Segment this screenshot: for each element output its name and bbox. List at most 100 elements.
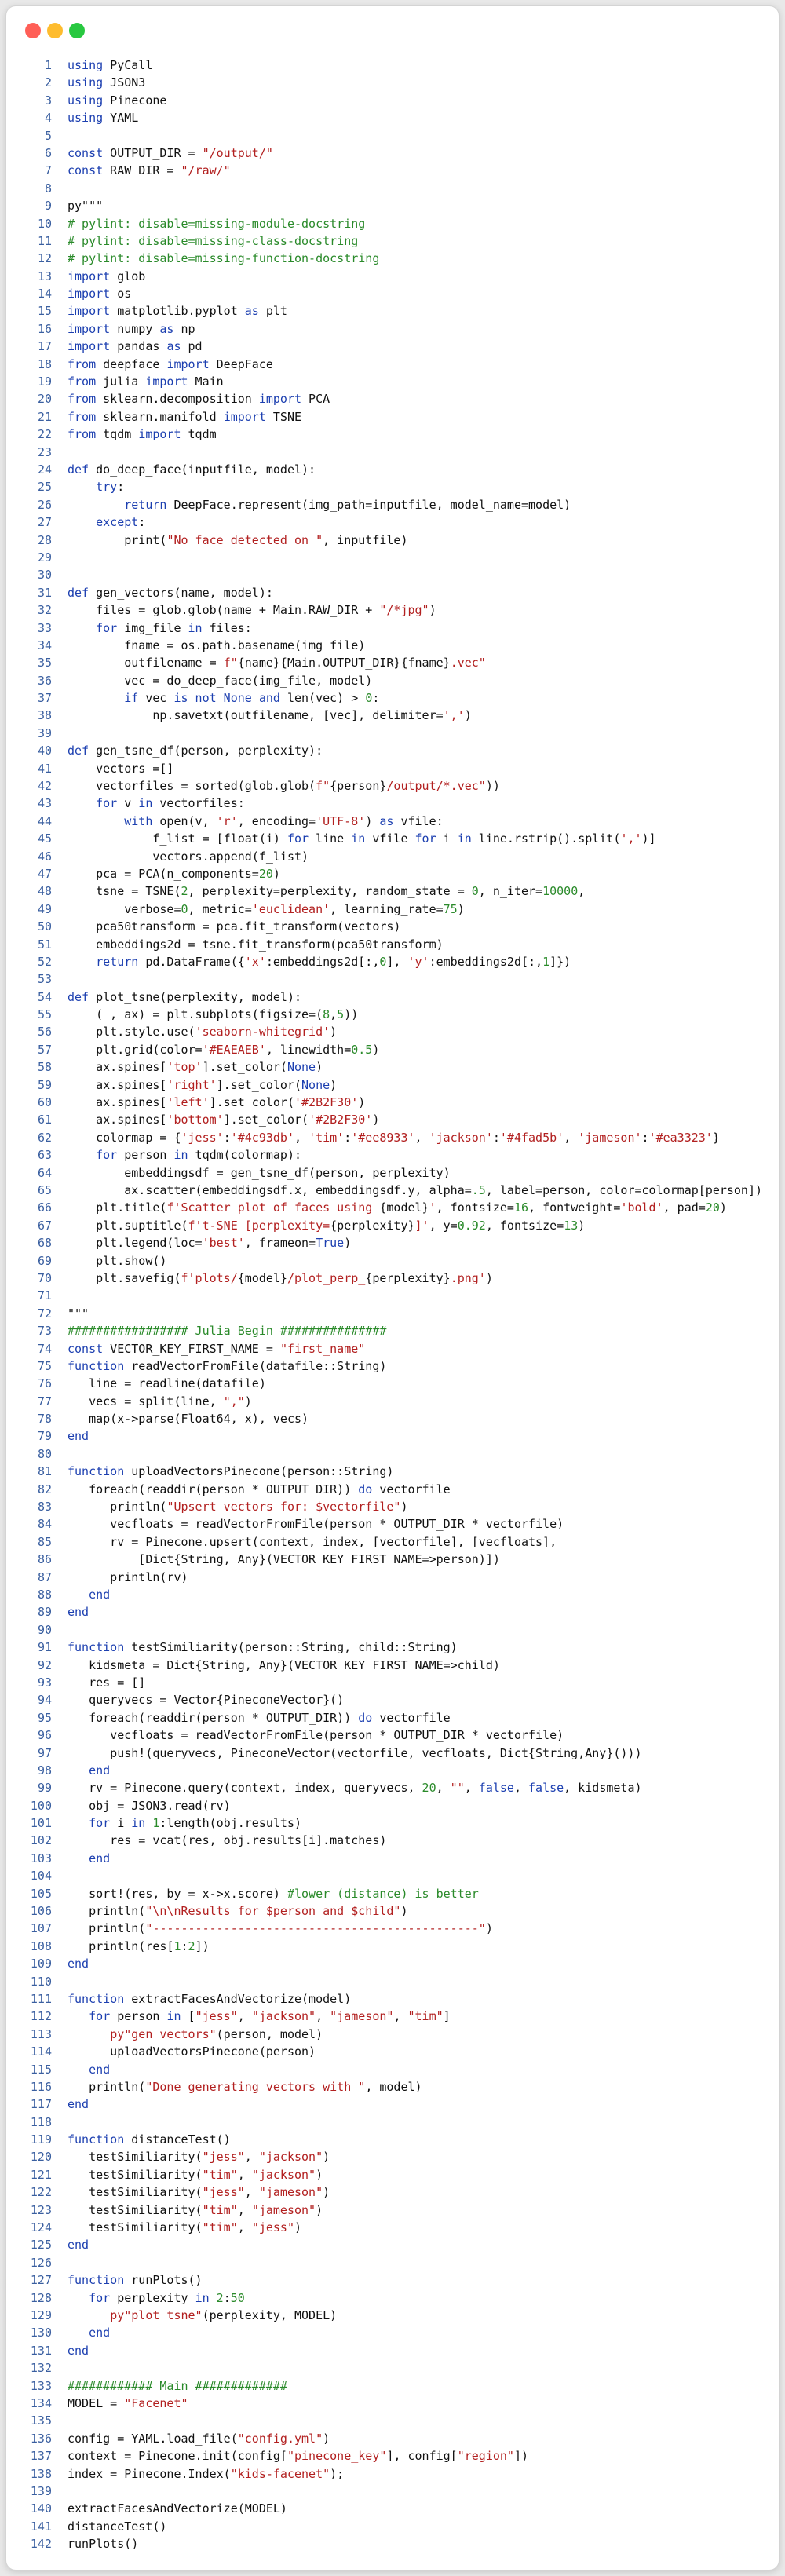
code-token: import [68, 304, 111, 319]
code-text: testSimiliarity("tim", "jess") [52, 2219, 301, 2236]
code-line: 54 def plot_tsne(perplexity, model): [6, 988, 779, 1006]
line-number: 115 [30, 2062, 52, 2077]
code-line: 77 vecs = split(line, ",") [6, 1393, 779, 1410]
code-text: testSimiliarity("tim", "jackson") [52, 2166, 323, 2183]
code-text: # pylint: disable=missing-function-docst… [52, 250, 379, 267]
code-token: } [712, 1130, 720, 1145]
code-token: ax.spines[ [68, 1095, 167, 1110]
code-token: 2 [181, 884, 188, 899]
code-token: '#ee8933' [351, 1130, 415, 1145]
line-number: 125 [30, 2238, 52, 2253]
code-token: 'top' [166, 1060, 203, 1075]
code-token: pandas [110, 339, 167, 354]
code-token: pd.DataFrame({ [138, 954, 245, 969]
code-token: is not None and [173, 691, 280, 706]
code-line: 45 f_list = [float(i) for line in vfile … [6, 830, 779, 847]
code-token: sklearn.manifold [96, 409, 224, 424]
code-token: , [578, 884, 586, 899]
code-token: :length(obj.results) [159, 1816, 302, 1831]
code-token: testSimiliarity( [68, 2150, 203, 2165]
code-token: 'r' [216, 813, 238, 828]
line-number: 140 [30, 2501, 52, 2516]
code-token: tqdm [96, 427, 139, 442]
code-text: fname = os.path.basename(img_file) [52, 637, 365, 654]
line-number: 6 [44, 145, 52, 160]
code-token: 'seaborn-whitegrid' [195, 1025, 330, 1040]
code-token: VECTOR_KEY_FIRST_NAME = [103, 1341, 280, 1356]
code-text: end [52, 2236, 89, 2253]
code-text: vec = do_deep_face(img_file, model) [52, 672, 372, 689]
code-line: 83 println("Upsert vectors for: $vectorf… [6, 1498, 779, 1515]
code-line: 73 ################# Julia Begin ########… [6, 1322, 779, 1339]
minimize-window-button[interactable] [47, 23, 63, 38]
code-token: res = vcat(res, obj.results[i].matches) [68, 1833, 387, 1848]
code-line: 70 plt.savefig(f'plots/{model}/plot_perp… [6, 1270, 779, 1287]
line-number: 100 [30, 1798, 52, 1813]
line-number: 37 [37, 691, 52, 706]
code-text: py"gen_vectors"(person, model) [52, 2026, 323, 2043]
zoom-window-button[interactable] [69, 23, 85, 38]
code-text: for person in tqdm(colormap): [52, 1146, 301, 1164]
code-token: 10000 [542, 884, 579, 899]
code-text: function testSimiliarity(person::String,… [52, 1639, 458, 1656]
code-token: , model) [365, 2079, 422, 2094]
code-token: "," [223, 1394, 245, 1409]
code-line: 49 verbose=0, metric='euclidean', learni… [6, 901, 779, 918]
code-token: "jameson" [251, 2202, 316, 2217]
close-window-button[interactable] [25, 23, 41, 38]
line-number: 110 [30, 1974, 52, 1989]
code-text: foreach(readdir(person * OUTPUT_DIR)) do… [52, 1709, 451, 1726]
code-text: plt.legend(loc='best', frameon=True) [52, 1234, 351, 1251]
code-token: except [96, 515, 139, 530]
line-number: 29 [37, 550, 52, 565]
code-token: "jackson" [251, 2009, 316, 2024]
code-token: 2 [188, 1938, 195, 1953]
code-text: function runPlots() [52, 2271, 203, 2289]
code-token: end [68, 2238, 89, 2253]
code-token: ) [323, 2185, 330, 2200]
code-token: tsne = TSNE( [68, 884, 181, 899]
code-token: ) [294, 2220, 302, 2235]
code-token: 5 [337, 1007, 345, 1022]
code-token: extractFacesAndVectorize(MODEL) [68, 2501, 287, 2516]
code-token: ) [485, 1270, 493, 1285]
code-line: 132 [6, 2359, 779, 2377]
line-number: 26 [37, 497, 52, 512]
code-token: "/output/" [202, 145, 273, 160]
code-text: vectorfiles = sorted(glob.glob(f"{person… [52, 777, 500, 795]
code-text: testSimiliarity("tim", "jameson") [52, 2201, 323, 2219]
code-line: 14 import os [6, 285, 779, 302]
code-token: plt.title( [68, 1200, 167, 1215]
line-number: 113 [30, 2026, 52, 2041]
code-token: "jackson" [251, 2167, 316, 2182]
code-token: {name}{Main.OUTPUT_DIR}{fname} [237, 656, 451, 670]
code-text: res = vcat(res, obj.results[i].matches) [52, 1832, 386, 1849]
line-number: 138 [30, 2466, 52, 2481]
code-token: ) [244, 1394, 252, 1409]
code-token: in [457, 831, 472, 846]
code-token: ]' [414, 1218, 429, 1233]
code-text: plt.suptitle(f't-SNE [perplexity={perple… [52, 1217, 585, 1234]
code-line: 8 [6, 180, 779, 197]
code-line: 33 for img_file in files: [6, 619, 779, 637]
code-line: 95 foreach(readdir(person * OUTPUT_DIR))… [6, 1709, 779, 1726]
code-token: line = readline(datafile) [68, 1376, 266, 1391]
code-token: vectorfile [372, 1710, 451, 1725]
code-text: extractFacesAndVectorize(MODEL) [52, 2500, 287, 2517]
code-token: ].set_color( [223, 1113, 309, 1127]
code-token: 13 [564, 1218, 579, 1233]
code-text: end [52, 1850, 110, 1867]
line-number: 13 [37, 269, 52, 283]
code-window: 1 using PyCall 2 using JSON3 3 using Pinecone… [6, 6, 779, 2570]
code-token: : [641, 1130, 649, 1145]
code-token: line.rstrip().split( [471, 831, 621, 846]
code-token: rv = Pinecone.query(context, index, quer… [68, 1781, 422, 1796]
code-token: "jess" [202, 2185, 245, 2200]
code-line: 126 [6, 2254, 779, 2271]
code-line: 97 push!(queryvecs, PineconeVector(vecto… [6, 1745, 779, 1762]
code-text: config = YAML.load_file("config.yml") [52, 2430, 330, 2447]
